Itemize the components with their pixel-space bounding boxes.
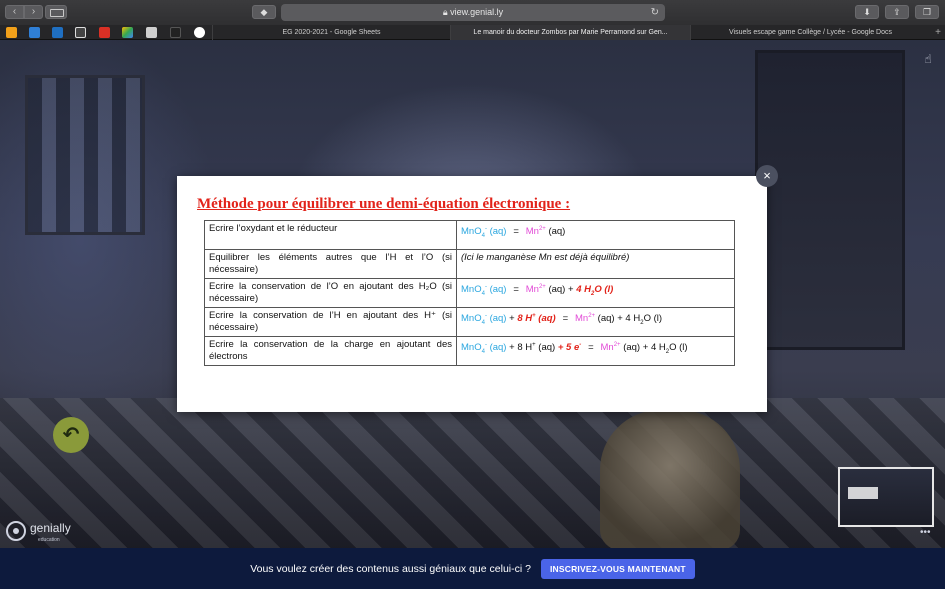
scene-door	[755, 50, 905, 350]
modal-title: Méthode pour équilibrer une demi-équatio…	[197, 196, 571, 212]
sidebar-toggle-icon[interactable]	[45, 5, 67, 19]
download-icon[interactable]: ⬇	[855, 5, 879, 19]
step-description: Ecrire la conservation de l’H en ajoutan…	[204, 307, 457, 337]
hand-pointer-icon[interactable]: ☝	[921, 52, 935, 66]
reload-icon[interactable]: ↻	[651, 4, 659, 21]
outlook-icon[interactable]	[52, 27, 63, 38]
logo-text-block: genially education	[26, 519, 71, 543]
gmail-icon[interactable]	[99, 27, 110, 38]
browser-toolbar: ‹ › ◆ 🔒︎ view.genial.ly ↻ ⬇ ⇪ ❐	[0, 0, 945, 25]
share-icon[interactable]: ⇪	[885, 5, 909, 19]
signup-button[interactable]: INSCRIVEZ-VOUS MAINTENANT	[540, 558, 695, 579]
table-row: Ecrire la conservation de la charge en a…	[204, 336, 735, 366]
step-equation: MnO4- (aq) = Mn2+ (aq)	[456, 220, 735, 250]
url-text: view.genial.ly	[450, 7, 504, 17]
preview-thumbnail[interactable]	[838, 467, 934, 527]
logo-text: genially	[30, 521, 71, 535]
bookmark-blue-icon[interactable]	[29, 27, 40, 38]
method-table: Ecrire l’oxydant et le réducteur MnO4- (…	[204, 220, 735, 366]
table-row: Ecrire l’oxydant et le réducteur MnO4- (…	[204, 220, 735, 250]
tabs-overview-icon[interactable]: ❐	[915, 5, 939, 19]
signup-banner: Vous voulez créer des contenus aussi gén…	[0, 548, 945, 589]
bookmark-dark-icon[interactable]	[170, 27, 181, 38]
more-options-icon[interactable]: •••	[920, 527, 931, 538]
scene-teddy-bear	[600, 410, 740, 548]
step-equation: MnO4- (aq) = Mn2+ (aq) + 4 H2O (l)	[456, 278, 735, 308]
tab-google-docs[interactable]: Visuels escape game Collège / Lycée - Go…	[690, 25, 930, 40]
info-modal: Méthode pour équilibrer une demi-équatio…	[177, 176, 767, 412]
back-arrow-icon[interactable]: ‹	[5, 5, 24, 19]
tag-icon[interactable]: ◆	[252, 5, 276, 19]
new-tab-button[interactable]: +	[935, 25, 941, 40]
step-note: (Ici le manganèse Mn est déjà équilibré)	[456, 249, 735, 279]
undo-arrow-icon[interactable]: ↶	[53, 417, 89, 453]
step-description: Ecrire l’oxydant et le réducteur	[204, 220, 457, 250]
step-equation: MnO4- (aq) + 8 H+ (aq) = Mn2+ (aq) + 4 H…	[456, 307, 735, 337]
nav-buttons: ‹ ›	[5, 5, 43, 19]
bookmark-orange-icon[interactable]	[6, 27, 17, 38]
step-description: Equilibrer les éléments autres que l’H e…	[204, 249, 457, 279]
logo-subtext: education	[38, 537, 60, 543]
forward-arrow-icon[interactable]: ›	[24, 5, 43, 19]
google-icon[interactable]	[194, 27, 205, 38]
scene-floor	[0, 398, 945, 548]
address-bar[interactable]: 🔒︎ view.genial.ly ↻	[281, 4, 665, 21]
tab-google-sheets[interactable]: EG 2020-2021 - Google Sheets	[212, 25, 450, 40]
banner-text: Vous voulez créer des contenus aussi gén…	[250, 562, 531, 575]
genially-logo-icon	[6, 521, 26, 541]
table-row: Equilibrer les éléments autres que l’H e…	[204, 249, 735, 279]
step-equation: MnO4- (aq) + 8 H+ (aq) + 5 e- = Mn2+ (aq…	[456, 336, 735, 366]
close-icon[interactable]: ×	[756, 165, 778, 187]
step-description: Ecrire la conservation de la charge en a…	[204, 336, 457, 366]
step-description: Ecrire la conservation de l’O en ajoutan…	[204, 278, 457, 308]
tab-genially-manoir[interactable]: Le manoir du docteur Zombos par Marie Pe…	[450, 25, 690, 40]
scene-window	[25, 75, 145, 235]
tab-bar: EG 2020-2021 - Google Sheets Le manoir d…	[0, 25, 945, 40]
drive-icon[interactable]	[122, 27, 133, 38]
table-row: Ecrire la conservation de l’O en ajoutan…	[204, 278, 735, 308]
lock-icon: 🔒︎	[442, 7, 448, 17]
table-row: Ecrire la conservation de l’H en ajoutan…	[204, 307, 735, 337]
bookmark-gray-icon[interactable]	[146, 27, 157, 38]
genially-logo[interactable]: genially education	[6, 519, 71, 543]
pronote-icon[interactable]	[75, 27, 86, 38]
